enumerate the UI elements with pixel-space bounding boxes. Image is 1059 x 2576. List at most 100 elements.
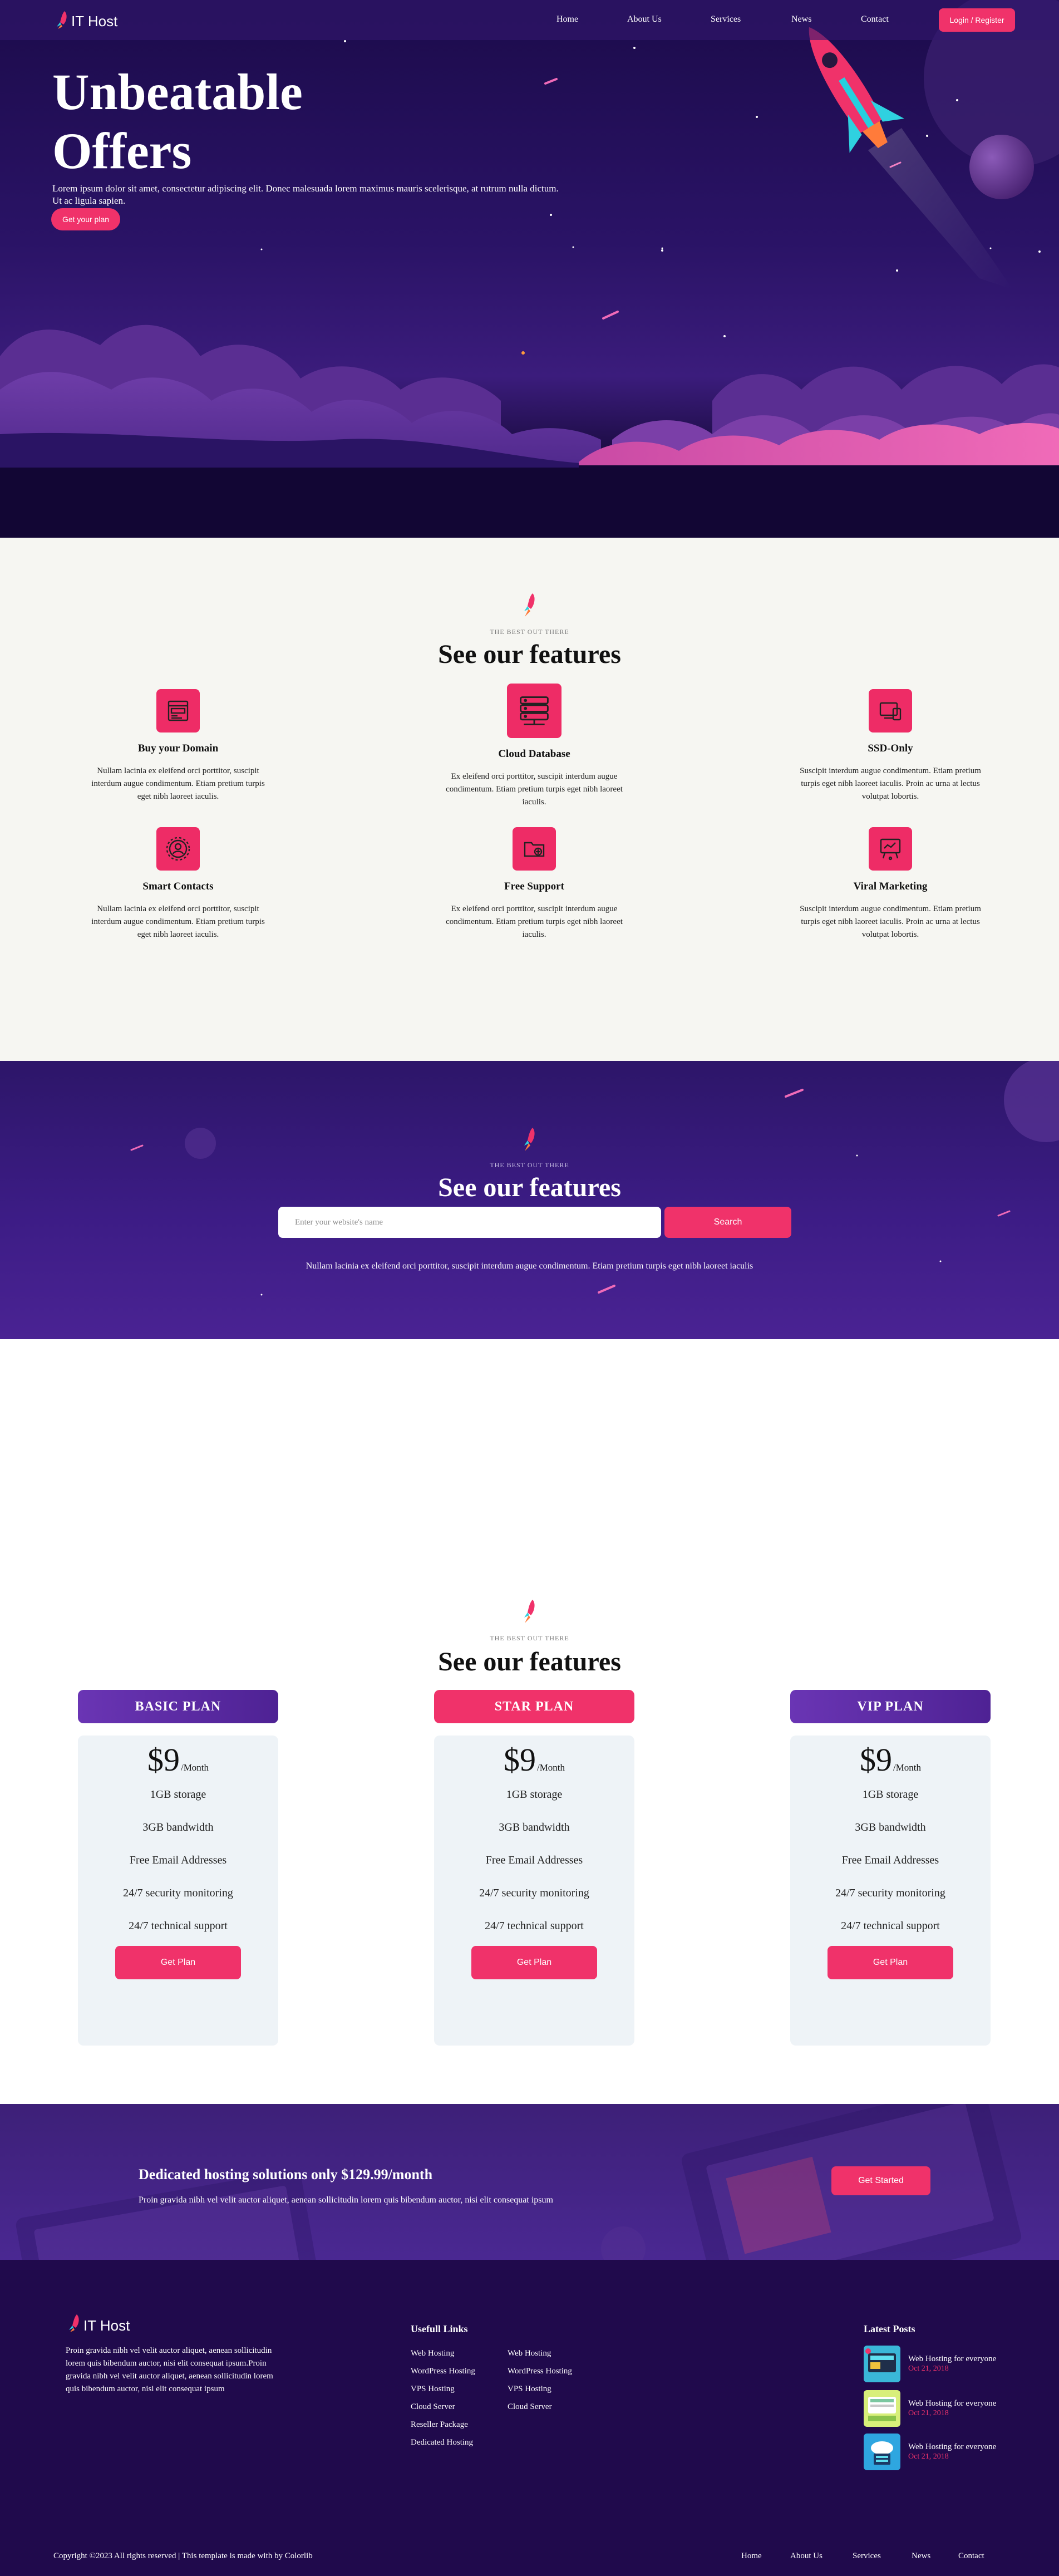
latest-post[interactable]: Web Hosting for everyone Oct 21, 2018 <box>864 2390 1042 2427</box>
feature-text: Nullam lacinia ex eleifend orci porttito… <box>91 904 265 939</box>
feature-text: Suscipit interdum augue condimentum. Eti… <box>800 904 981 939</box>
feature-text: Ex eleifend orci porttitor, suscipit int… <box>446 904 623 939</box>
footer-nav-home[interactable]: Home <box>741 2552 762 2561</box>
plan-card: $9/Month 1GB storage 3GB bandwidth Free … <box>790 1736 991 2046</box>
feature-card: Free Support Ex eleifend orci porttitor,… <box>434 827 634 941</box>
footer-about: Proin gravida nibh vel velit auctor aliq… <box>66 2346 273 2393</box>
nav-news[interactable]: News <box>791 14 811 24</box>
plan-feature: 3GB bandwidth <box>855 1821 926 1833</box>
banner-title: Dedicated hosting solutions only $129.99… <box>139 2166 433 2182</box>
get-your-plan-button[interactable]: Get your plan <box>51 208 120 230</box>
pricing-eyebrow: THE BEST OUT THERE <box>490 1634 569 1642</box>
useful-links-col-1: Web Hosting WordPress Hosting VPS Hostin… <box>411 2349 475 2456</box>
plan-name: STAR PLAN <box>434 1690 634 1723</box>
post-thumbnail <box>864 2390 900 2427</box>
footer-nav-services[interactable]: Services <box>853 2552 881 2561</box>
plan-feature: 3GB bandwidth <box>499 1821 570 1833</box>
post-thumbnail <box>864 2434 900 2470</box>
feature-card: Cloud Database Ex eleifend orci porttito… <box>434 684 634 809</box>
feature-card: Smart Contacts Nullam lacinia ex eleifen… <box>78 827 278 941</box>
plan-feature: Free Email Addresses <box>129 1854 227 1866</box>
get-plan-button[interactable]: Get Plan <box>828 1946 953 1979</box>
domain-search-section: THE BEST OUT THERE See our features Sear… <box>0 1061 1059 1339</box>
rocket-logo-icon <box>69 2314 79 2332</box>
features-section: THE BEST OUT THERE See our features Buy … <box>0 538 1059 1061</box>
features-title: See our features <box>438 640 621 669</box>
plan-vip: VIP PLAN $9/Month 1GB storage 3GB bandwi… <box>790 1690 991 2046</box>
banner-text: Proin gravida nibh vel velit auctor aliq… <box>139 2195 553 2205</box>
footer-link[interactable]: Reseller Package <box>411 2420 475 2438</box>
footer-link[interactable]: VPS Hosting <box>411 2385 475 2402</box>
post-date: Oct 21, 2018 <box>908 2452 949 2461</box>
hero-description: Lorem ipsum dolor sit amet, consectetur … <box>52 183 559 206</box>
plan-card: $9/Month 1GB storage 3GB bandwidth Free … <box>78 1736 278 2046</box>
footer-link[interactable]: Web Hosting <box>508 2349 572 2367</box>
footer-nav-about[interactable]: About Us <box>790 2552 822 2561</box>
plan-price: $9/Month <box>147 1742 209 1778</box>
nav-about[interactable]: About Us <box>627 14 662 24</box>
plan-feature: 1GB storage <box>150 1788 206 1801</box>
post-thumbnail <box>864 2346 900 2382</box>
latest-posts-title: Latest Posts <box>864 2323 915 2334</box>
plan-feature: Free Email Addresses <box>485 1854 583 1866</box>
footer-logo[interactable]: IT Host <box>66 2313 130 2334</box>
rocket-logo-icon <box>57 11 67 29</box>
footer-link[interactable]: Web Hosting <box>411 2349 475 2367</box>
useful-links-title: Usefull Links <box>411 2323 468 2334</box>
post-title: Web Hosting for everyone <box>908 2399 997 2408</box>
get-started-button[interactable]: Get Started <box>831 2166 930 2195</box>
feature-text: Suscipit interdum augue condimentum. Eti… <box>800 766 981 801</box>
post-title: Web Hosting for everyone <box>908 2354 997 2363</box>
hero-title: Unbeatable Offers <box>52 63 303 179</box>
plan-feature: 24/7 security monitoring <box>479 1887 589 1899</box>
pricing-title: See our features <box>438 1647 621 1677</box>
nav-services[interactable]: Services <box>711 14 741 24</box>
plan-feature: 24/7 security monitoring <box>835 1887 945 1899</box>
login-register-button[interactable]: Login / Register <box>939 8 1015 32</box>
hero-section: Unbeatable Offers Lorem ipsum dolor sit … <box>0 0 1059 538</box>
footer-link[interactable]: WordPress Hosting <box>411 2367 475 2385</box>
search-button[interactable]: Search <box>664 1207 791 1238</box>
rocket-icon <box>524 1128 535 1151</box>
plan-feature: 24/7 technical support <box>841 1920 940 1932</box>
footer-link[interactable]: WordPress Hosting <box>508 2367 572 2385</box>
features-eyebrow: THE BEST OUT THERE <box>490 628 569 636</box>
nav-contact[interactable]: Contact <box>861 14 889 24</box>
rocket-icon <box>524 593 535 617</box>
useful-links-col-2: Web Hosting WordPress Hosting VPS Hostin… <box>508 2349 572 2420</box>
plan-feature: 24/7 technical support <box>485 1920 584 1932</box>
nav-home[interactable]: Home <box>556 14 578 24</box>
footer-link[interactable]: Cloud Server <box>411 2402 475 2420</box>
plan-feature: 3GB bandwidth <box>142 1821 214 1833</box>
get-plan-button[interactable]: Get Plan <box>471 1946 597 1979</box>
footer-nav-news[interactable]: News <box>912 2552 930 2561</box>
rocket-icon <box>524 1600 535 1623</box>
plan-price: $9/Month <box>859 1742 922 1778</box>
plan-star: STAR PLAN $9/Month 1GB storage 3GB bandw… <box>434 1690 634 2046</box>
feature-title: Cloud Database <box>498 748 570 760</box>
support-icon <box>513 827 556 871</box>
plan-name: BASIC PLAN <box>78 1690 278 1723</box>
website-name-input[interactable] <box>278 1207 661 1238</box>
latest-post[interactable]: Web Hosting for everyone Oct 21, 2018 <box>864 2434 1042 2470</box>
post-title: Web Hosting for everyone <box>908 2442 997 2451</box>
plan-feature: 24/7 security monitoring <box>123 1887 233 1899</box>
feature-title: Smart Contacts <box>142 881 214 892</box>
get-plan-button[interactable]: Get Plan <box>115 1946 241 1979</box>
footer-link[interactable]: Dedicated Hosting <box>411 2438 475 2456</box>
plan-basic: BASIC PLAN $9/Month 1GB storage 3GB band… <box>78 1690 278 2046</box>
feature-title: SSD-Only <box>868 743 913 754</box>
marketing-icon <box>869 827 912 871</box>
plan-name: VIP PLAN <box>790 1690 991 1723</box>
post-date: Oct 21, 2018 <box>908 2409 949 2417</box>
footer-link[interactable]: Cloud Server <box>508 2402 572 2420</box>
domain-icon <box>156 689 200 733</box>
feature-card: Buy your Domain Nullam lacinia ex eleife… <box>78 689 278 803</box>
brand-logo[interactable]: IT Host <box>53 10 117 30</box>
footer-link[interactable]: VPS Hosting <box>508 2385 572 2402</box>
feature-title: Buy your Domain <box>137 743 219 754</box>
latest-post[interactable]: Web Hosting for everyone Oct 21, 2018 <box>864 2346 1042 2382</box>
plan-feature: 24/7 technical support <box>129 1920 228 1932</box>
feature-text: Nullam lacinia ex eleifend orci porttito… <box>91 766 265 801</box>
footer-nav-contact[interactable]: Contact <box>958 2552 984 2561</box>
